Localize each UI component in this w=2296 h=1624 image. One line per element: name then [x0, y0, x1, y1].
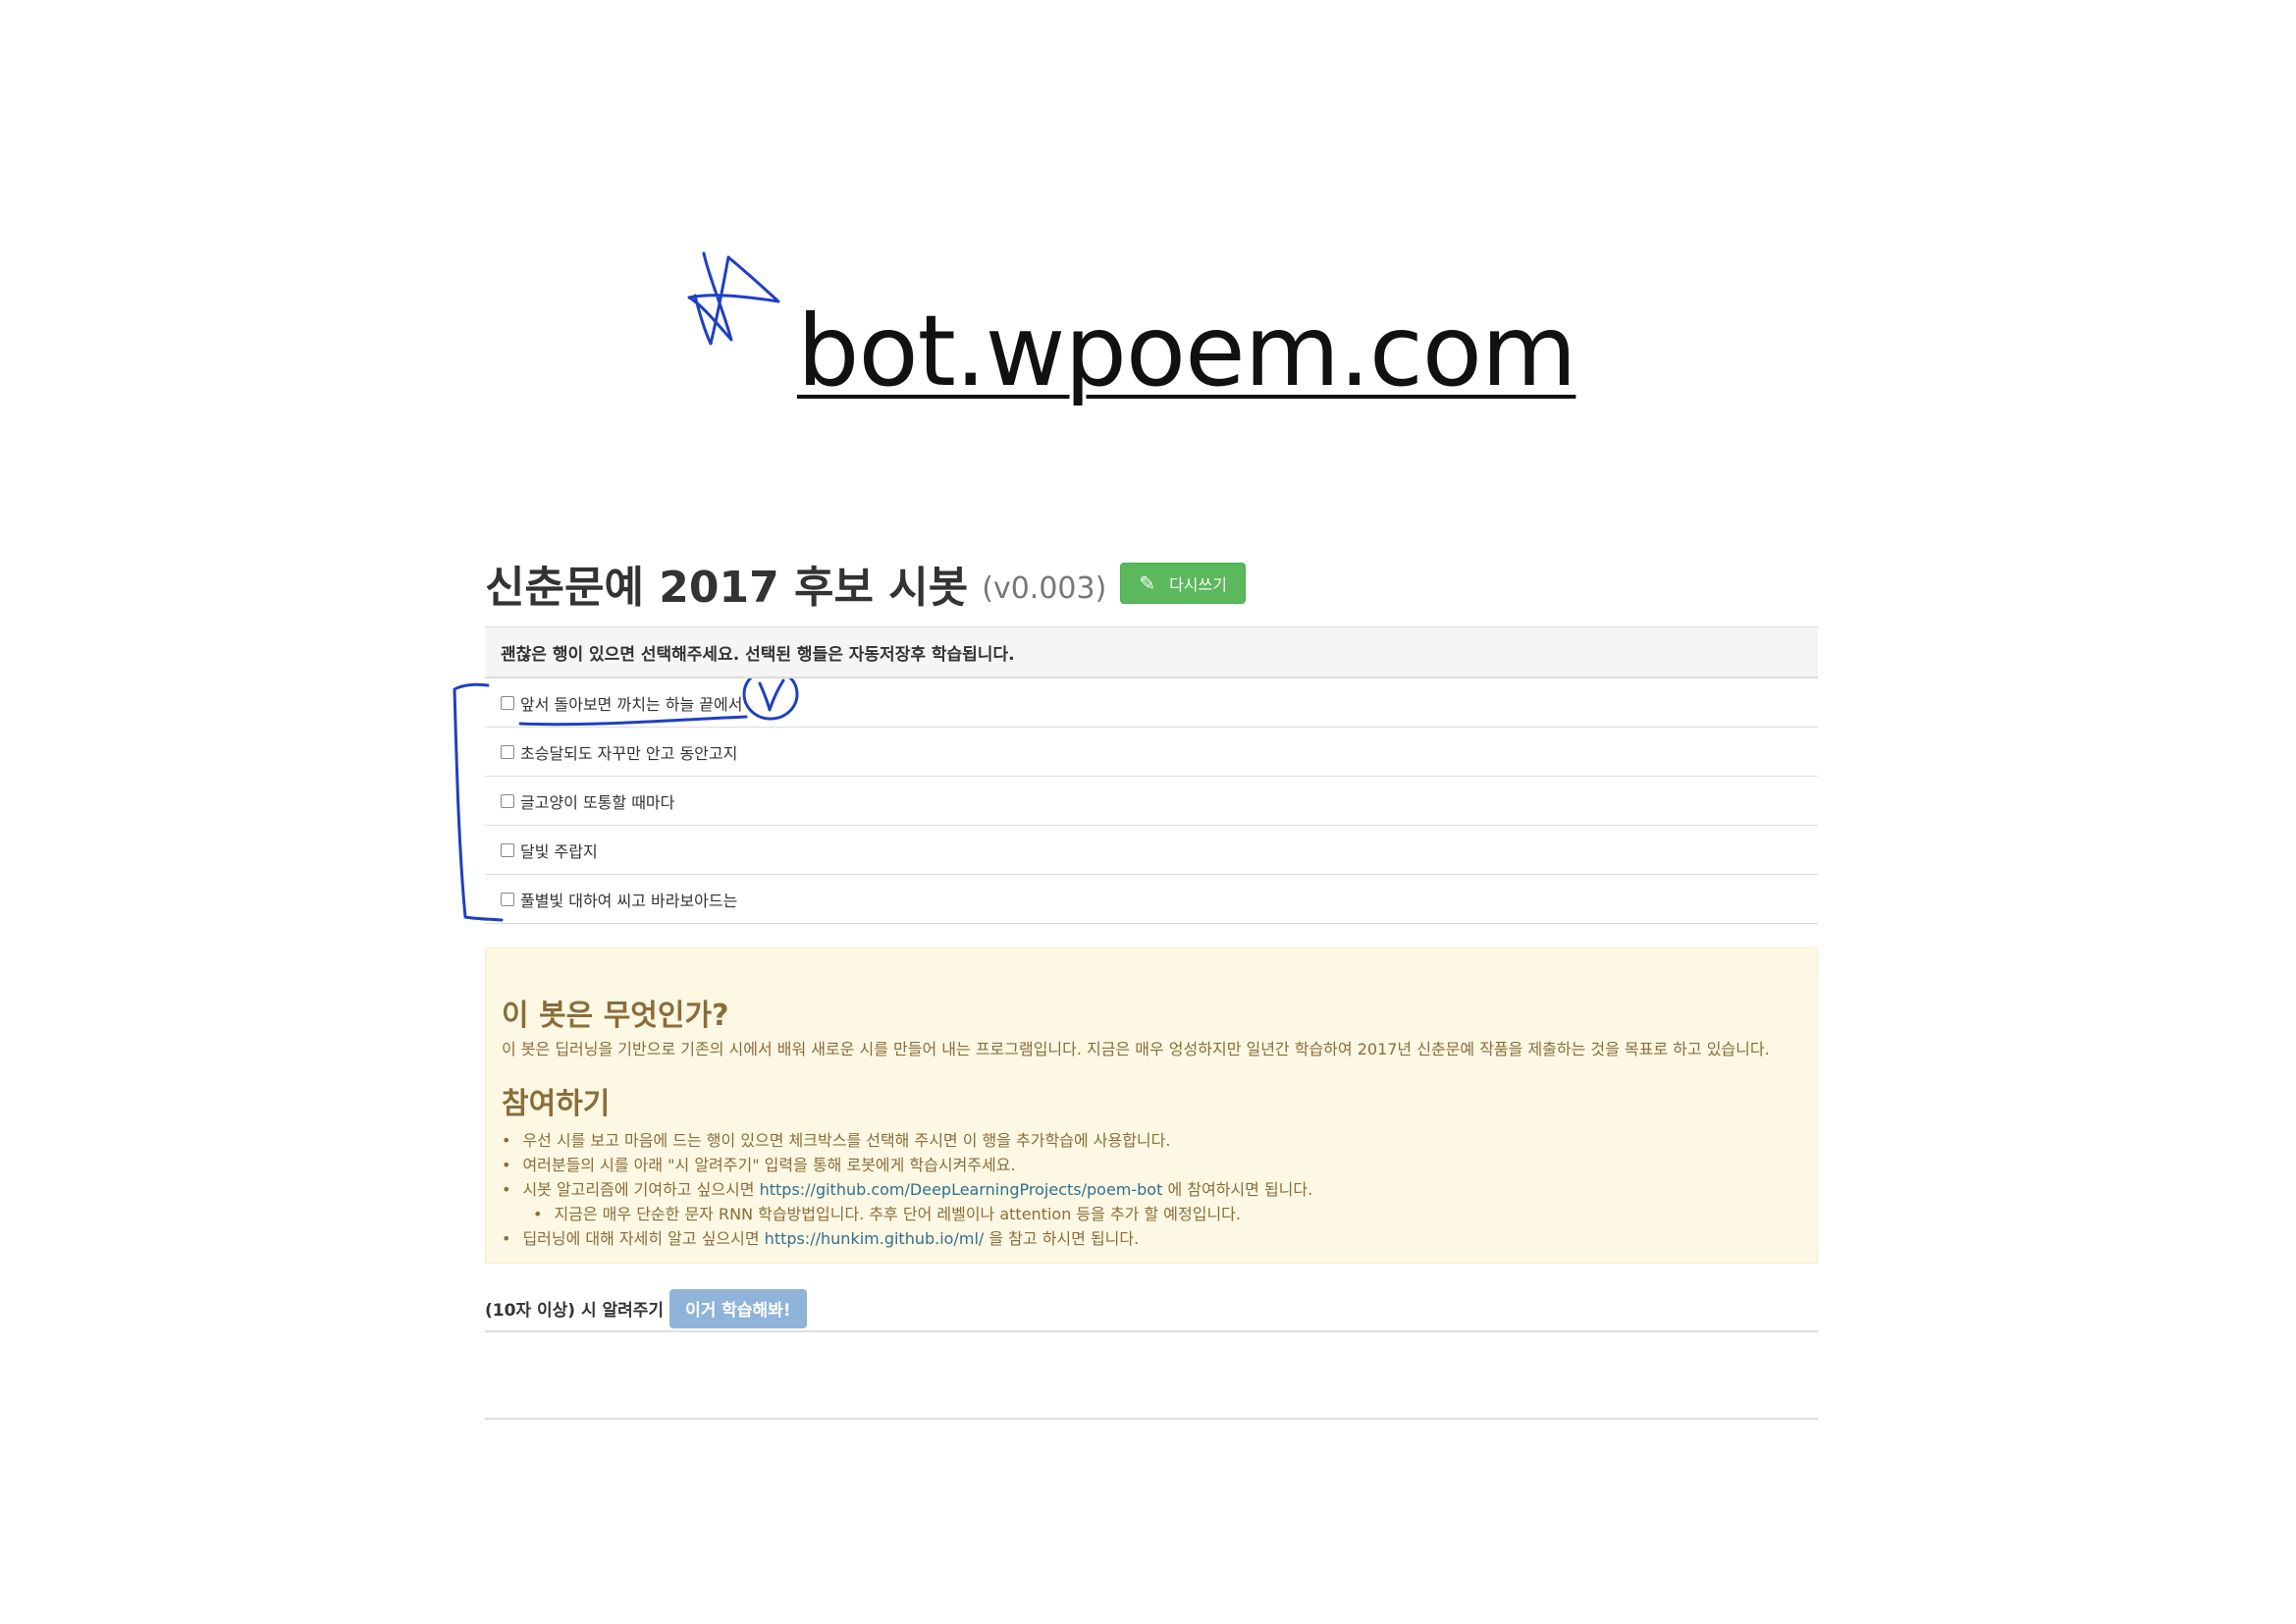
github-link[interactable]: https://github.com/DeepLearningProjects/…: [760, 1180, 1163, 1199]
ml-course-link[interactable]: https://hunkim.github.io/ml/: [765, 1229, 985, 1248]
list-item: 지금은 매우 단순한 문자 RNN 학습방법입니다. 추후 단어 레벨이나 at…: [502, 1202, 1312, 1226]
poem-row-checkbox[interactable]: [501, 892, 514, 906]
handwritten-star-mark: [687, 251, 780, 346]
table-header: 괜찮은 행이 있으면 선택해주세요. 선택된 행들은 자동저장후 학습됩니다.: [485, 626, 1818, 678]
page-title: 신춘문예 2017 후보 시봇: [485, 563, 969, 613]
list-item: 시봇 알고리즘에 기여하고 싶으시면 https://github.com/De…: [502, 1177, 1312, 1202]
about-panel: 이 봇은 무엇인가? 이 봇은 딥러닝을 기반으로 기존의 시에서 배워 새로운…: [485, 947, 1818, 1264]
list-item: 여러분들의 시를 아래 "시 알려주기" 입력을 통해 로봇에게 학습시켜주세요…: [502, 1153, 1312, 1177]
poem-input-label[interactable]: (10자 이상) 시 알려주기: [485, 1296, 664, 1321]
poem-line: 달빛 주랍지: [520, 841, 598, 861]
poem-row-checkbox[interactable]: [501, 842, 514, 857]
poem-row-checkbox[interactable]: [501, 793, 514, 808]
poem-row: 글고양이 또통할 때마다: [485, 777, 1818, 826]
about-heading: 이 봇은 무엇인가?: [502, 999, 729, 1033]
list-item: 우선 시를 보고 마음에 드는 행이 있으면 체크박스를 선택해 주시면 이 행…: [502, 1128, 1312, 1153]
poem-line: 글고양이 또통할 때마다: [520, 792, 675, 812]
poem-table: 괜찮은 행이 있으면 선택해주세요. 선택된 행들은 자동저장후 학습됩니다. …: [485, 626, 1818, 924]
version-label: (v0.003): [982, 570, 1107, 606]
participate-heading: 참여하기: [502, 1087, 611, 1121]
poem-row-checkbox[interactable]: [501, 744, 514, 759]
site-url[interactable]: bot.wpoem.com: [797, 293, 1576, 410]
poem-row: 풀별빛 대하여 씨고 바라보아드는: [485, 875, 1818, 924]
about-description: 이 봇은 딥러닝을 기반으로 기존의 시에서 배워 새로운 시를 만들어 내는 …: [502, 1040, 1770, 1058]
rewrite-button[interactable]: ✎ 다시쓰기: [1120, 563, 1246, 604]
poem-row: 초승달되도 자꾸만 안고 동안고지: [485, 728, 1818, 777]
rewrite-button-label: 다시쓰기: [1169, 575, 1227, 594]
pencil-icon: ✎: [1139, 571, 1156, 595]
divider: [485, 1418, 1818, 1420]
poem-line: 앞서 돌아보면 까치는 하늘 끝에서: [520, 694, 743, 714]
poem-row: 달빛 주랍지: [485, 826, 1818, 875]
participate-list: 우선 시를 보고 마음에 드는 행이 있으면 체크박스를 선택해 주시면 이 행…: [502, 1128, 1312, 1251]
poem-row-checkbox[interactable]: [501, 695, 514, 710]
learn-button[interactable]: 이거 학습해봐!: [669, 1288, 807, 1328]
poem-submit-form: (10자 이상) 시 알려주기 이거 학습해봐!: [485, 1286, 1818, 1332]
poem-line: 풀별빛 대하여 씨고 바라보아드는: [520, 891, 738, 910]
list-item: 딥러닝에 대해 자세히 알고 싶으시면 https://hunkim.githu…: [502, 1226, 1312, 1251]
poem-line: 초승달되도 자꾸만 안고 동안고지: [520, 743, 738, 763]
page-header: 신춘문예 2017 후보 시봇 (v0.003) ✎ 다시쓰기: [485, 552, 1246, 615]
poem-row: 앞서 돌아보면 까치는 하늘 끝에서: [485, 678, 1818, 728]
